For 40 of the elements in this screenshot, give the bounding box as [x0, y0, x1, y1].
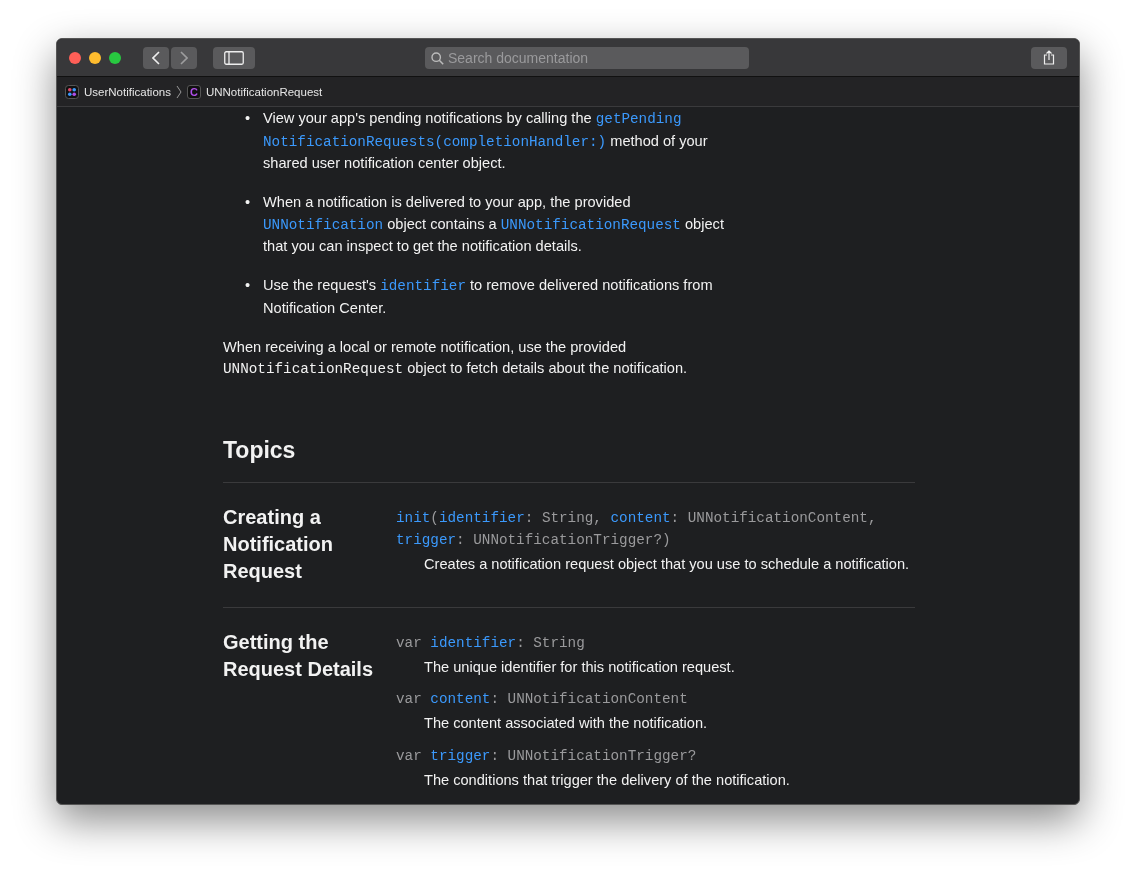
chevron-left-icon — [152, 50, 160, 65]
share-button[interactable] — [1031, 46, 1067, 69]
abstract-text: Creates a notification request object that you use to schedule a notification. — [424, 554, 911, 574]
bullet-marker: • — [245, 109, 252, 128]
bullet-marker: • — [245, 276, 252, 295]
chevron-icon — [175, 84, 182, 99]
symbol-link[interactable]: NotificationRequests(completionHandler:) — [263, 133, 607, 150]
bullet-text: When a notification is delivered to your app, the provided UNNotification object contains a UNNotificationRequest object that you can inspect to get the notification details. — [263, 193, 725, 256]
back-button[interactable] — [143, 46, 169, 69]
close-button[interactable] — [69, 51, 81, 64]
symbol-link[interactable]: getPending — [595, 111, 682, 127]
topics-heading: Topics — [223, 435, 297, 465]
declaration-link[interactable]: init(identifier: String, content: UNNotificationContent, trigger: UNNotificationTrigger?) — [396, 506, 915, 551]
bullet-text: Use the request's identifier to remove delivered notifications from Notification Center. — [263, 276, 714, 318]
search-field[interactable]: Search documentation — [425, 46, 749, 69]
declaration-link[interactable]: var identifier: String — [396, 631, 915, 654]
abstract-text: The unique identifier for this notification request. — [424, 657, 736, 677]
bullet-text: View your app's pending notifications by calling the getPending NotificationRequests(completionHandler:) method of your shared user notification center object. — [263, 109, 709, 173]
chevron-right-icon — [180, 50, 188, 65]
abstract-text: The conditions that trigger the delivery of the notification. — [424, 770, 791, 790]
symbol-link[interactable]: UNNotification — [263, 216, 384, 233]
declaration-link[interactable]: var trigger: UNNotificationTrigger? — [396, 744, 915, 767]
sidebar-icon — [224, 50, 244, 65]
framework-icon — [65, 84, 79, 99]
zoom-button[interactable] — [109, 51, 121, 64]
paragraph-text: When receiving a local or remote notification, use the provided UNNotificationRequest object to fetch details about the notification. — [223, 337, 689, 379]
breadcrumb-link[interactable]: UserNotifications — [84, 85, 171, 98]
breadcrumb-link[interactable]: UNNotificationRequest — [205, 85, 323, 98]
share-icon — [1043, 50, 1055, 65]
symbol-link[interactable]: UNNotificationRequest — [500, 216, 681, 233]
abstract-text: The content associated with the notification. — [424, 714, 709, 733]
topic-group-title: Creating a Notification Request — [223, 504, 334, 584]
bullet-marker: • — [245, 193, 252, 212]
sidebar-toggle-button[interactable] — [213, 46, 255, 69]
topic-group-title: Getting the Request Details — [223, 629, 375, 682]
minimize-button[interactable] — [89, 51, 101, 64]
class-badge: C — [186, 84, 201, 99]
declaration-link[interactable]: var content: UNNotificationContent — [396, 688, 915, 710]
symbol-link[interactable]: identifier — [380, 278, 466, 294]
forward-button[interactable] — [171, 46, 197, 69]
